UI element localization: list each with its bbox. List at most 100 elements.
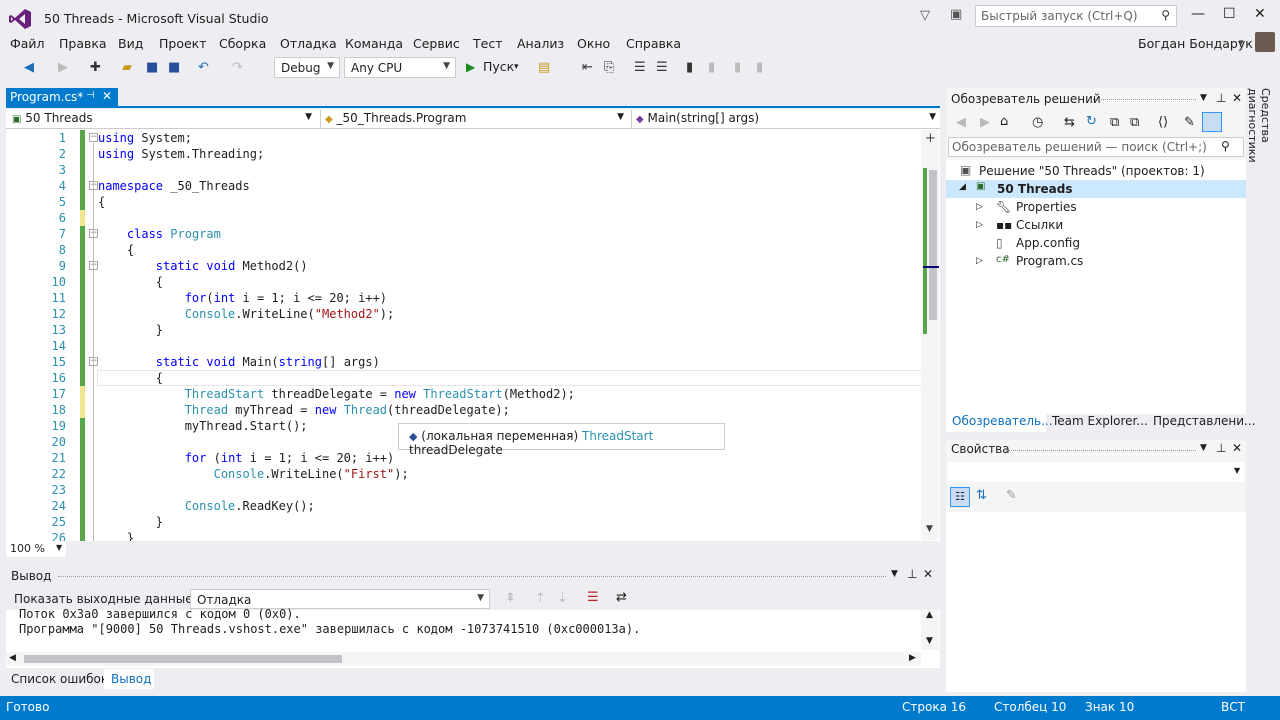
undo-icon[interactable]: ↶ [198,60,209,75]
outdent-icon[interactable]: ☰ [634,60,646,75]
history-icon[interactable]: ◷ [1032,115,1043,130]
code-line[interactable]: 15 static void Main(string[] args) [6,354,921,370]
tab-error-list[interactable]: Список ошибок [11,672,108,686]
scroll-left-icon[interactable]: ◀ [9,653,16,663]
previous-message-icon[interactable]: ⇡ [535,591,546,606]
start-icon[interactable]: ▶ [466,60,475,74]
menu-debug[interactable]: Отладка [280,36,337,51]
menu-help[interactable]: Справка [626,36,681,51]
home-icon[interactable]: ⌂ [1000,114,1008,129]
tree-item-properties[interactable]: Properties [1016,200,1077,214]
save-all-icon[interactable]: ■ [168,60,180,75]
tab-program-cs[interactable]: Program.cs* ⊣ ✕ [6,88,118,107]
tree-item-app-config[interactable]: App.config [1016,236,1080,250]
panel-menu-icon[interactable]: ▼ [1200,443,1207,453]
code-line[interactable]: 10 { [6,274,921,290]
pin-icon[interactable]: ⊥ [907,567,917,581]
expand-icon[interactable]: ▷ [976,256,983,266]
solution-platform-select[interactable]: Any CPU ▼ [344,57,456,78]
feedback-icon[interactable]: ▣ [950,7,962,22]
member-dropdown[interactable]: ◆ Main(string[] args) ▼ [631,110,940,128]
redo-icon[interactable]: ↷ [232,60,243,75]
panel-menu-icon[interactable]: ▼ [1200,93,1207,103]
properties-object-select[interactable]: ▼ [948,462,1244,482]
save-icon[interactable]: ■ [146,60,158,75]
menu-file[interactable]: Файл [10,36,45,51]
preview-selected-button[interactable] [1202,112,1222,132]
comment-icon[interactable]: ⎘ [604,60,614,75]
pin-icon[interactable]: ⊣ [86,90,95,101]
pin-icon[interactable]: ⊥ [1216,91,1226,105]
forward-icon[interactable]: ▶ [58,60,68,75]
go-to-line-icon[interactable]: ⇞ [505,591,516,606]
code-line[interactable]: 12 Console.WriteLine("Method2"); [6,306,921,322]
collapse-icon[interactable]: − [89,133,98,142]
code-line[interactable]: 24 Console.ReadKey(); [6,498,921,514]
bookmark-icon[interactable]: ▮ [686,60,693,75]
next-message-icon[interactable]: ⇣ [557,591,568,606]
close-icon[interactable]: ✕ [102,89,112,103]
menu-analyze[interactable]: Анализ [517,36,564,51]
tree-project-row[interactable]: ◢ ▣ 50 Threads [946,180,1246,198]
properties-wrench-icon[interactable]: ✎ [1184,115,1195,130]
next-bookmark-icon[interactable]: ▮ [734,60,741,75]
filter-icon[interactable]: ▽ [920,8,930,23]
scroll-down-icon[interactable]: ▼ [926,524,933,534]
open-file-icon[interactable]: ▰ [122,60,132,75]
code-editor[interactable]: 1 using System; 2 using System.Threading; 3 4… [6,129,940,541]
scroll-thumb[interactable] [24,655,342,663]
word-wrap-icon[interactable]: ⇄ [616,590,627,605]
code-line[interactable]: 7 class Program [6,226,921,242]
view-code-icon[interactable]: ⟨⟩ [1158,115,1168,130]
code-line[interactable]: 8 { [6,242,921,258]
diagnostic-tools-side-tab[interactable]: Средства диагностики [1246,88,1272,218]
code-line[interactable]: 14 [6,338,921,354]
code-line[interactable]: 17 ThreadStart threadDelegate = new Thre… [6,386,921,402]
type-dropdown[interactable]: ◆ _50_Threads.Program ▼ [320,110,628,128]
prev-bookmark-icon[interactable]: ▮ [708,60,715,75]
code-line[interactable]: 26 } [6,530,921,541]
code-line[interactable]: 1 using System; [6,130,921,146]
output-source-select[interactable]: Отладка ▼ [190,589,490,609]
close-icon[interactable]: ✕ [923,567,933,581]
close-icon[interactable]: ✕ [1232,91,1242,105]
quick-launch-input[interactable]: Быстрый запуск (Ctrl+Q) ⚲ [975,5,1177,27]
start-dropdown-icon[interactable]: ▾ [514,62,519,72]
splitter[interactable] [6,558,940,564]
menu-team[interactable]: Команда [345,36,403,51]
code-line[interactable]: 5{ [6,194,921,210]
code-line[interactable]: 22 Console.WriteLine("First"); [6,466,921,482]
collapse-all-icon[interactable]: ⧉ [1110,115,1119,130]
code-line[interactable]: 11 for(int i = 1; i <= 20; i++) [6,290,921,306]
solution-search-input[interactable]: Обозреватель решений — поиск (Ctrl+;) ⚲ [948,137,1244,157]
code-line[interactable]: 6 [6,210,921,226]
new-project-icon[interactable]: ✚ [90,60,101,75]
menu-tools[interactable]: Сервис [413,36,460,51]
code-line[interactable]: 4 namespace _50_Threads [6,178,921,194]
code-line[interactable]: 18 Thread myThread = new Thread(threadDe… [6,402,921,418]
expanded-icon[interactable]: ◢ [959,182,966,192]
expand-icon[interactable]: ▷ [976,220,983,230]
menu-build[interactable]: Сборка [219,36,266,51]
project-dropdown[interactable]: ▣ 50 Threads ▼ [8,110,316,128]
code-line[interactable]: 23 [6,482,921,498]
show-all-files-icon[interactable]: ⧉ [1130,115,1139,130]
code-line[interactable]: 9 static void Method2() [6,258,921,274]
menu-window[interactable]: Окно [577,36,610,51]
tab-class-view[interactable]: Представлени... [1153,414,1255,428]
avatar[interactable] [1255,32,1275,52]
code-line[interactable]: 3 [6,162,921,178]
tree-item-program-cs[interactable]: Program.cs [1016,254,1083,268]
scroll-right-icon[interactable]: ▶ [909,653,916,663]
output-vertical-scrollbar[interactable]: ▲ ▼ [921,610,939,650]
menu-view[interactable]: Вид [118,36,143,51]
sync-icon[interactable]: ⇆ [1064,115,1075,130]
start-button[interactable]: Пуск [483,59,514,74]
expand-icon[interactable]: ▷ [976,202,983,212]
code-line[interactable]: 2 using System.Threading; [6,146,921,162]
clear-bookmarks-icon[interactable]: ▮ [756,60,763,75]
refresh-icon[interactable]: ↻ [1086,114,1097,129]
editor-vertical-scrollbar[interactable]: + ▼ [921,130,939,540]
categorized-icon[interactable]: ☷ [950,487,970,507]
minimize-button[interactable]: — [1191,6,1205,22]
